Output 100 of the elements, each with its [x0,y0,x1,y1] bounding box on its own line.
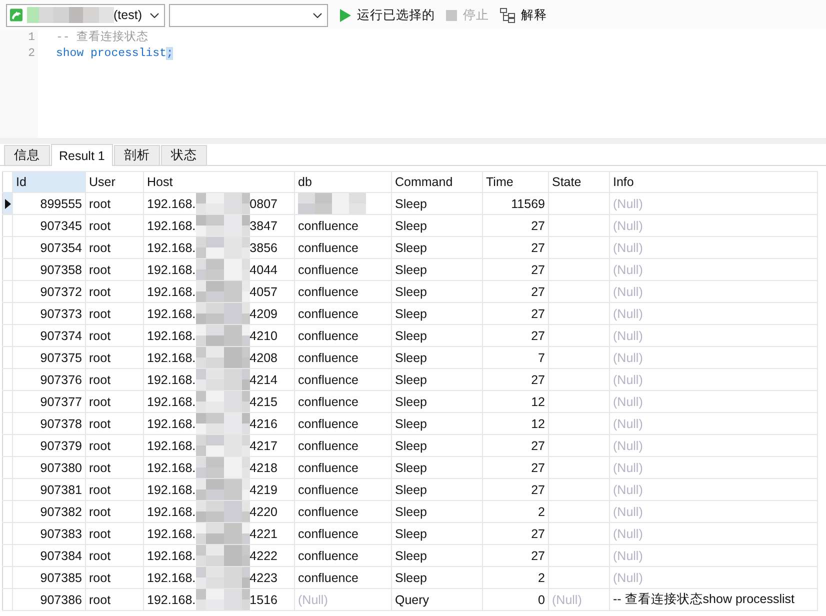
table-cell: 27 [483,325,549,346]
table-cell-text: 192.168. [147,438,196,452]
dropdown[interactable] [169,4,328,26]
table-cell: confluence [295,457,392,478]
table-cell-text: 1516 [250,592,278,606]
table-cell-text: 4208 [250,350,278,364]
tab[interactable]: 状态 [160,145,207,165]
table-cell: 899555 [13,193,86,214]
table-cell: confluence [295,413,392,434]
table-cell-text: 4210 [250,328,278,342]
column-header[interactable]: User [86,172,144,192]
table-cell: (Null) [610,259,818,280]
table-cell: confluence [295,435,392,456]
table-cell: 907382 [13,501,86,522]
table-cell-text: 4220 [250,504,278,518]
table-cell: 27 [483,369,549,390]
table-cell: confluence [295,237,392,258]
table-cell: root [86,567,144,588]
table-cell: 907374 [13,325,86,346]
table-cell: confluence [295,281,392,302]
table-cell: (Null) [610,369,818,390]
toolbar-button[interactable]: 解释 [497,4,550,26]
table-cell-text: 4218 [250,460,278,474]
table-cell-text: 4044 [250,262,278,276]
stop-icon [446,10,457,20]
table-cell: confluence [295,523,392,544]
table-cell: confluence [295,325,392,346]
chevron-icon [313,12,322,18]
table-cell: (Null) [610,413,818,434]
line-number: 1 [28,30,35,46]
table-cell: root [86,479,144,500]
column-header[interactable]: Command [392,172,483,192]
table-cell-text: 4219 [250,482,278,496]
table-cell: 27 [483,523,549,544]
toolbar-button[interactable]: 运行已选择的 [337,4,438,26]
column-header[interactable]: Host [144,172,295,192]
table-cell: 907386 [13,589,86,610]
table-cell: Sleep [392,545,483,566]
table-cell: (Null) [610,545,818,566]
table-cell: confluence [295,215,392,236]
table-cell: 27 [483,435,549,456]
column-header[interactable]: State [549,172,610,192]
table-cell: 907381 [13,479,86,500]
current-row-icon [4,198,10,208]
table-cell: confluence [295,391,392,412]
table-cell: 907372 [13,281,86,302]
table-cell: (Null) [295,589,392,610]
table-cell: 7 [483,347,549,368]
table-cell: 27 [483,259,549,280]
column-header[interactable]: Time [483,172,549,192]
table-cell: (Null) [610,501,818,522]
table-cell: Sleep [392,457,483,478]
play-icon [340,8,351,22]
table-cell: 12 [483,391,549,412]
table-cell: root [86,237,144,258]
table-cell: confluence [295,479,392,500]
table-cell-text: 3856 [250,240,278,254]
table-cell: (Null) [610,479,818,500]
tab[interactable]: 信息 [4,145,50,165]
column-header[interactable]: db [295,172,392,192]
table-cell: 907385 [13,567,86,588]
table-cell-text: 192.168. [147,548,196,562]
row-indicator[interactable] [2,193,13,214]
table-cell: root [86,303,144,324]
tab[interactable]: Result 1 [51,144,113,166]
table-cell-text: 4223 [250,570,278,584]
table-cell: 27 [483,545,549,566]
table-cell: (Null) [610,391,818,412]
table-cell: 907379 [13,435,86,456]
connection-dropdown[interactable]: (test) [6,4,165,26]
table-cell: root [86,501,144,522]
table-cell-text: 4214 [250,372,278,386]
table-cell: Sleep [392,259,483,280]
table-cell: (Null) [610,193,818,214]
code-line: show processlist; [56,46,174,62]
table-cell: (Null) [610,523,818,544]
table-cell: (Null) [610,435,818,456]
table-cell: Sleep [392,215,483,236]
table-cell: 11569 [483,193,549,214]
table-cell: root [86,391,144,412]
table-cell: root [86,413,144,434]
table-cell: root [86,435,144,456]
table-cell: Sleep [392,413,483,434]
table-cell: 907378 [13,413,86,434]
column-header[interactable]: Id [13,172,86,192]
column-header[interactable]: Info [610,172,818,192]
table-cell: confluence [295,259,392,280]
table-cell: 907375 [13,347,86,368]
table-cell: Sleep [392,479,483,500]
table-cell-text: 3847 [250,218,278,232]
table-cell: Sleep [392,303,483,324]
table-cell: root [86,193,144,214]
table-cell: (Null) [610,303,818,324]
tab[interactable]: 剖析 [114,145,160,165]
table-cell: root [86,589,144,610]
table-cell: 27 [483,215,549,236]
table-cell-text: 192.168. [147,504,196,518]
table-cell-text: 4221 [250,526,278,540]
table-cell: 907383 [13,523,86,544]
table-cell: 907380 [13,457,86,478]
